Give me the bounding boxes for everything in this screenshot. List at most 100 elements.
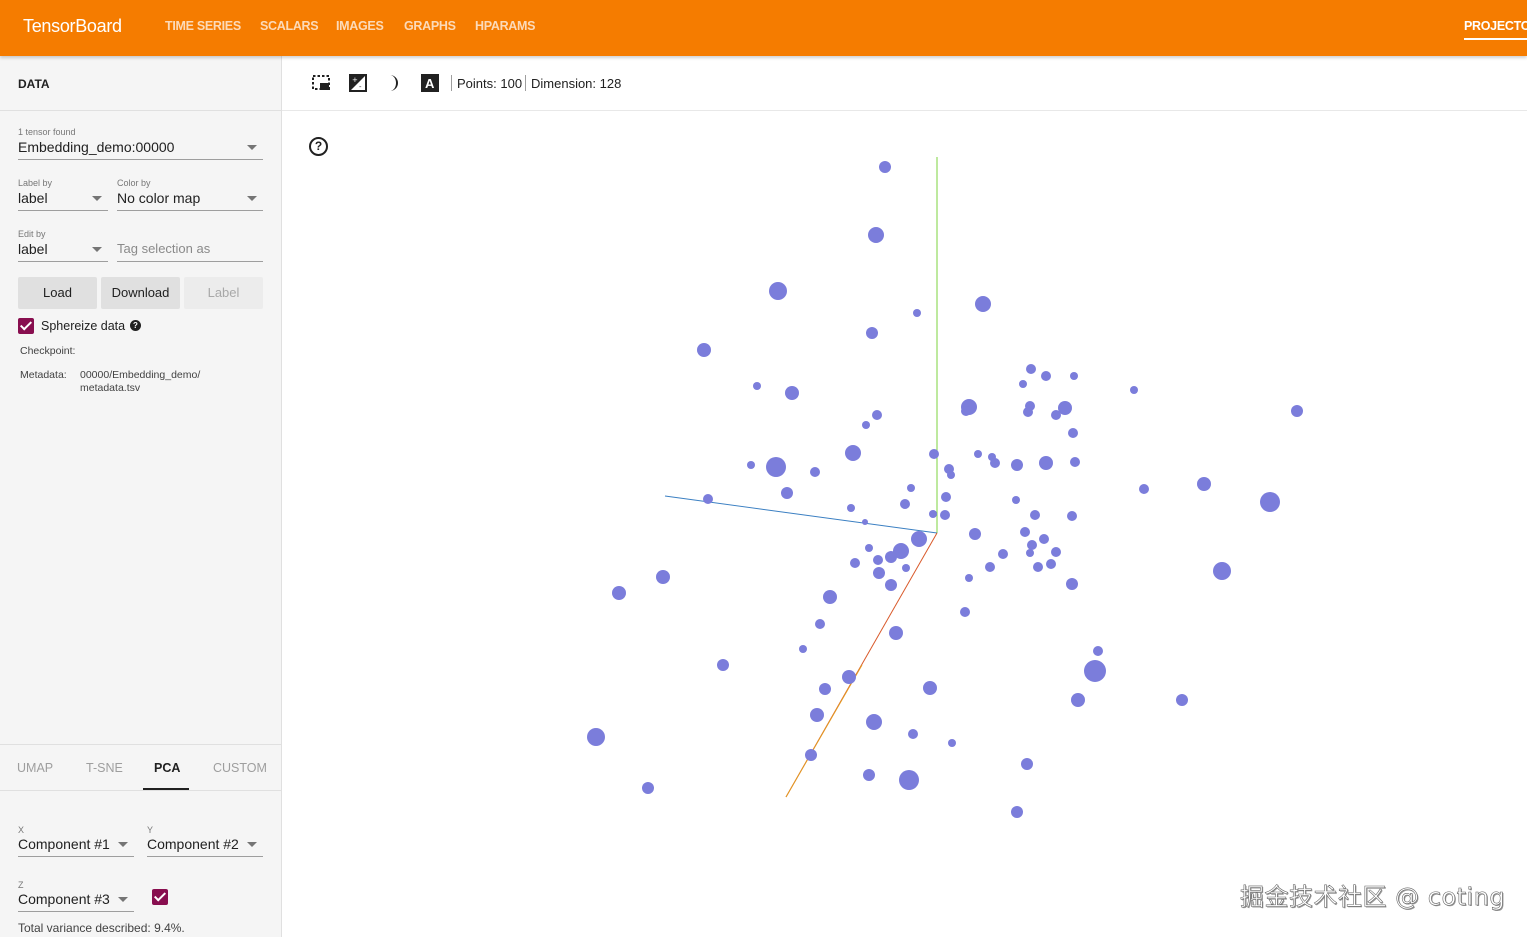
data-point[interactable] [1051, 410, 1061, 420]
download-button[interactable]: Download [101, 277, 180, 309]
data-point[interactable] [863, 769, 875, 781]
data-point[interactable] [908, 729, 918, 739]
night-mode-icon[interactable] [385, 74, 405, 92]
data-point[interactable] [1012, 496, 1020, 504]
data-point[interactable] [940, 510, 950, 520]
data-point[interactable] [1067, 511, 1077, 521]
data-point[interactable] [850, 558, 860, 568]
data-point[interactable] [929, 510, 937, 518]
data-point[interactable] [1068, 428, 1078, 438]
data-point[interactable] [785, 386, 799, 400]
tag-selection-input[interactable]: Tag selection as [117, 240, 263, 262]
edit-contrast-icon[interactable]: + - [348, 74, 368, 92]
data-point[interactable] [965, 574, 973, 582]
tab-scalars[interactable]: SCALARS [260, 19, 319, 33]
data-point[interactable] [703, 494, 713, 504]
data-point[interactable] [656, 570, 670, 584]
tensor-select[interactable]: Embedding_demo:00000 [18, 138, 263, 160]
data-point[interactable] [1046, 559, 1056, 569]
data-point[interactable] [1020, 527, 1030, 537]
data-point[interactable] [766, 457, 786, 477]
data-point[interactable] [899, 770, 919, 790]
data-point[interactable] [969, 528, 981, 540]
data-point[interactable] [868, 227, 884, 243]
data-point[interactable] [1026, 549, 1034, 557]
data-point[interactable] [1071, 693, 1085, 707]
data-point[interactable] [819, 683, 831, 695]
data-point[interactable] [889, 626, 903, 640]
data-point[interactable] [1027, 540, 1037, 550]
data-point[interactable] [1023, 407, 1033, 417]
data-point[interactable] [913, 309, 921, 317]
data-point[interactable] [1070, 457, 1080, 467]
data-point[interactable] [1260, 492, 1280, 512]
data-point[interactable] [990, 458, 1000, 468]
data-point[interactable] [587, 728, 605, 746]
data-point[interactable] [815, 619, 825, 629]
data-point[interactable] [872, 410, 882, 420]
data-point[interactable] [1011, 459, 1023, 471]
data-point[interactable] [902, 564, 910, 572]
data-point[interactable] [612, 586, 626, 600]
pca-y-select[interactable]: Component #2 [147, 835, 263, 857]
data-point[interactable] [929, 449, 939, 459]
data-point[interactable] [961, 406, 971, 416]
data-point[interactable] [948, 739, 956, 747]
data-point[interactable] [900, 499, 910, 509]
tab-umap[interactable]: UMAP [17, 761, 53, 775]
pca-x-select[interactable]: Component #1 [18, 835, 134, 857]
label-by-select[interactable]: label [18, 189, 108, 211]
data-point[interactable] [1021, 758, 1033, 770]
data-point[interactable] [823, 590, 837, 604]
data-point[interactable] [717, 659, 729, 671]
data-point[interactable] [842, 670, 856, 684]
edit-by-select[interactable]: label [18, 240, 108, 262]
tab-custom[interactable]: CUSTOM [213, 761, 267, 775]
projection-canvas[interactable]: ? 掘金技术社区 @ coting [282, 111, 1527, 937]
data-point[interactable] [1033, 562, 1043, 572]
pca-z-checkbox[interactable] [152, 889, 168, 905]
label-button[interactable]: Label [184, 277, 263, 309]
data-point[interactable] [799, 645, 807, 653]
data-point[interactable] [845, 445, 861, 461]
sphereize-checkbox[interactable] [18, 318, 34, 334]
text-label-icon[interactable]: A [420, 74, 440, 92]
data-point[interactable] [865, 544, 873, 552]
data-point[interactable] [1066, 578, 1078, 590]
data-point[interactable] [862, 519, 868, 525]
data-point[interactable] [847, 504, 855, 512]
data-point[interactable] [975, 296, 991, 312]
data-point[interactable] [1039, 456, 1053, 470]
data-point[interactable] [810, 708, 824, 722]
data-point[interactable] [753, 382, 761, 390]
data-point[interactable] [1197, 477, 1211, 491]
data-point[interactable] [642, 782, 654, 794]
data-point[interactable] [1019, 380, 1027, 388]
scatter-plot[interactable] [282, 111, 1527, 937]
tab-graphs[interactable]: GRAPHS [404, 19, 456, 33]
tab-projector[interactable]: PROJECTO [1464, 19, 1527, 40]
data-point[interactable] [885, 551, 897, 563]
data-point[interactable] [947, 471, 955, 479]
data-point[interactable] [1070, 372, 1078, 380]
data-point[interactable] [1176, 694, 1188, 706]
data-point[interactable] [941, 492, 951, 502]
data-point[interactable] [1213, 562, 1231, 580]
data-point[interactable] [974, 450, 982, 458]
help-icon[interactable]: ? [130, 320, 141, 331]
tab-images[interactable]: IMAGES [336, 19, 384, 33]
data-point[interactable] [1093, 646, 1103, 656]
data-point[interactable] [960, 607, 970, 617]
data-point[interactable] [866, 327, 878, 339]
data-point[interactable] [1084, 660, 1106, 682]
data-point[interactable] [697, 343, 711, 357]
tab-pca[interactable]: PCA [154, 761, 180, 775]
data-point[interactable] [907, 484, 915, 492]
data-point[interactable] [923, 681, 937, 695]
data-point[interactable] [873, 555, 883, 565]
data-point[interactable] [1130, 386, 1138, 394]
pca-z-select[interactable]: Component #3 [18, 890, 134, 912]
load-button[interactable]: Load [18, 277, 97, 309]
data-point[interactable] [1011, 806, 1023, 818]
data-point[interactable] [873, 567, 885, 579]
